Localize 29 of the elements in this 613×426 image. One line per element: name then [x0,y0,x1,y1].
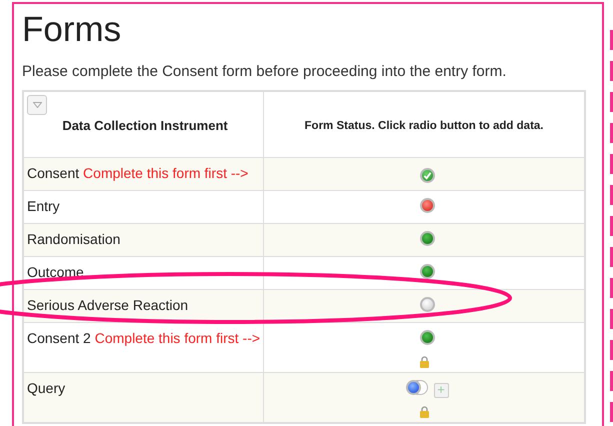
margin-mark [610,185,613,205]
margin-mark [610,371,613,391]
instrument-name: Outcome [27,264,84,280]
margin-mark [610,92,613,112]
margin-mark [610,402,613,422]
margin-mark [610,216,613,236]
page-title: Forms [22,9,122,51]
warning-text: Complete this form first --> [83,164,248,180]
caret-icon [32,102,42,108]
margin-mark [610,123,613,143]
margin-mark [610,154,613,174]
warning-text: Complete this form first --> [94,330,260,346]
column-header: Form Status. Click radio button to add data. [304,120,544,132]
instructions-text: Please complete the Consent form before proceeding into the entry form. [22,62,508,82]
check-status-icon[interactable] [420,168,435,182]
margin-mark [610,309,613,329]
instrument-name: Consent [27,164,80,180]
margin-mark [610,30,613,50]
instrument-name: Entry [27,198,60,214]
margin-mark [610,247,613,267]
add-button[interactable]: + [434,382,449,398]
instrument-name: Randomisation [27,230,120,246]
instrument-name: Serious Adverse Reaction [27,296,188,312]
instrument-name: Query [27,380,66,396]
margin-mark [610,340,613,360]
column-header: Data Collection Instrument [62,117,228,135]
margin-mark [610,61,613,81]
instrument-name: Consent 2 [27,330,91,346]
margin-mark [610,278,613,298]
